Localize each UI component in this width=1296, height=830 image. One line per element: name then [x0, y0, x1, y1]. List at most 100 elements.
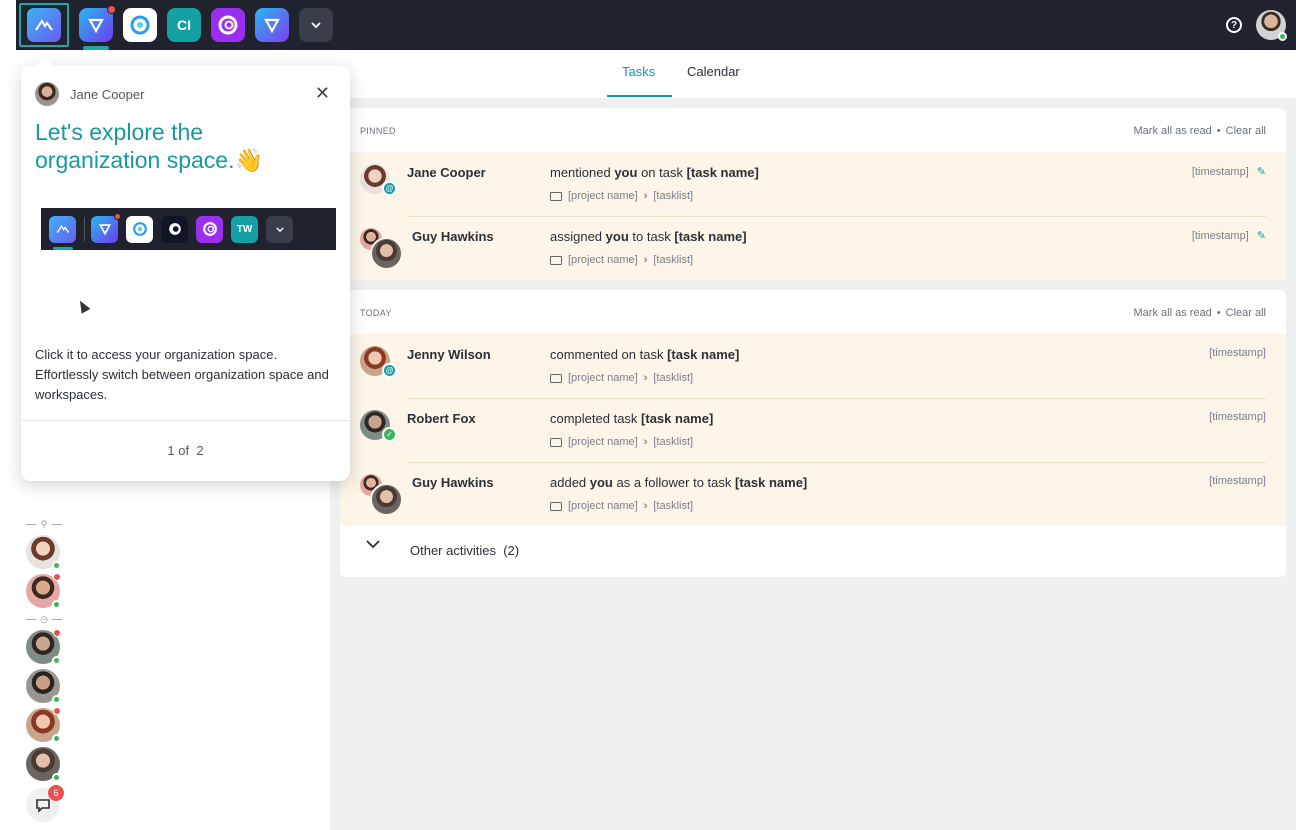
notification-row[interactable]: Guy Hawkins assigned you to task [task n… — [340, 216, 1286, 280]
mark-all-read-link[interactable]: Mark all as read — [1134, 307, 1212, 319]
tasklist-link[interactable]: [tasklist] — [653, 436, 693, 448]
notification-message: completed task [task name] — [550, 411, 713, 426]
contact-avatar[interactable] — [26, 707, 61, 743]
task-link[interactable]: [task name] — [667, 347, 739, 362]
notification-dot — [107, 5, 116, 14]
task-path: [project name] › [tasklist] — [550, 372, 693, 384]
organization-space-button[interactable] — [19, 3, 69, 47]
project-link[interactable]: [project name] — [568, 372, 638, 384]
notification-dot — [114, 212, 121, 220]
workspace-swirl-button[interactable] — [123, 8, 157, 42]
help-icon[interactable]: ? — [1226, 17, 1242, 33]
project-link[interactable]: [project name] — [568, 500, 638, 512]
unread-count-badge: 6 — [48, 785, 64, 801]
task-link[interactable]: [task name] — [735, 475, 807, 490]
notification-row[interactable]: ✓ Robert Fox completed task [task name] … — [340, 398, 1286, 462]
workspace-chain-button[interactable] — [211, 8, 245, 42]
task-path: [project name] › [tasklist] — [550, 500, 693, 512]
chain-icon — [218, 15, 238, 35]
notification-row[interactable]: @ Jenny Wilson commented on task [task n… — [340, 334, 1286, 398]
timestamp: [timestamp] — [1209, 475, 1266, 487]
workspace-v2-icon — [264, 18, 280, 34]
clear-all-link[interactable]: Clear all — [1226, 125, 1266, 137]
online-status-dot — [52, 600, 61, 609]
folder-icon — [550, 437, 562, 447]
panel-actions: Mark all as read • Clear all — [1134, 125, 1266, 137]
onboarding-popover: Jane Cooper ✕ Let's explore the organiza… — [21, 57, 350, 481]
notification-row[interactable]: @ Jane Cooper mentioned you on task [tas… — [340, 152, 1286, 216]
contact-avatar[interactable] — [26, 747, 61, 782]
check-icon: ✓ — [382, 427, 397, 442]
folder-icon — [550, 373, 562, 383]
project-link[interactable]: [project name] — [568, 254, 638, 266]
close-icon[interactable]: ✕ — [315, 83, 330, 104]
popover-step-indicator: 1 of 2 — [167, 443, 204, 458]
workspace-ci-label: CI — [177, 17, 191, 33]
clear-all-link[interactable]: Clear all — [1226, 307, 1266, 319]
chevron-right-icon: › — [643, 190, 648, 202]
task-link[interactable]: [task name] — [674, 229, 746, 244]
notification-row[interactable]: Guy Hawkins added you as a follower to t… — [340, 462, 1286, 526]
tasklist-link[interactable]: [tasklist] — [653, 372, 693, 384]
active-indicator — [53, 246, 73, 250]
task-path: [project name] › [tasklist] — [550, 436, 693, 448]
user-avatar — [370, 237, 403, 270]
folder-icon — [550, 501, 562, 511]
workspace-v2-button[interactable] — [255, 8, 289, 42]
message-text: on task — [637, 165, 687, 180]
cursor-icon — [75, 298, 91, 314]
tasklist-link[interactable]: [tasklist] — [653, 190, 693, 202]
panel-title: TODAY — [360, 308, 392, 318]
timestamp: [timestamp] — [1209, 347, 1266, 359]
top-bar: CI ? — [16, 0, 1296, 50]
mention-icon: @ — [382, 181, 397, 196]
tab-calendar[interactable]: Calendar — [687, 64, 740, 79]
mark-all-read-link[interactable]: Mark all as read — [1134, 125, 1212, 137]
notification-message: commented on task [task name] — [550, 347, 739, 362]
tab-tasks[interactable]: Tasks — [622, 64, 655, 79]
task-link[interactable]: [task name] — [641, 411, 713, 426]
user-avatar — [370, 483, 403, 516]
swirl-icon — [126, 215, 153, 243]
project-link[interactable]: [project name] — [568, 190, 638, 202]
popover-divider — [21, 420, 350, 421]
tasklist-link[interactable]: [tasklist] — [653, 254, 693, 266]
popover-body: Click it to access your organization spa… — [35, 347, 329, 402]
chevron-down-icon — [266, 215, 293, 243]
chat-button[interactable]: 6 — [26, 785, 64, 822]
tasklist-link[interactable]: [tasklist] — [653, 500, 693, 512]
author-avatar — [35, 82, 59, 106]
workspace-v-icon — [91, 212, 121, 243]
panel-title: PINNED — [360, 126, 396, 136]
workspace-tw-label: TW — [236, 223, 253, 235]
contact-avatar[interactable] — [26, 669, 61, 704]
chevron-right-icon: › — [643, 254, 648, 266]
pin-icon[interactable]: ✎ — [1257, 229, 1266, 242]
pin-icon[interactable]: ✎ — [1257, 165, 1266, 178]
notification-dot — [53, 707, 61, 715]
workspace-ci-button[interactable]: CI — [167, 8, 201, 42]
app-switcher: CI — [19, 3, 343, 50]
other-activities-label: Other activities (2) — [410, 543, 520, 558]
workspace-v-button[interactable] — [79, 5, 116, 50]
task-link[interactable]: [task name] — [687, 165, 759, 180]
task-path: [project name] › [tasklist] — [550, 190, 693, 202]
other-activities-toggle[interactable]: Other activities (2) — [340, 526, 1286, 576]
more-apps-button[interactable] — [299, 8, 333, 42]
message-text: as a follower to task — [612, 475, 736, 490]
project-link[interactable]: [project name] — [568, 436, 638, 448]
pinned-separator: ⚲ — [26, 519, 62, 529]
workspace-tw-icon: TW — [231, 215, 258, 243]
notification-author: Robert Fox — [407, 411, 476, 426]
message-text: mentioned — [550, 165, 615, 180]
contact-avatar[interactable] — [26, 573, 61, 609]
comment-icon: @ — [382, 363, 397, 378]
contact-avatar[interactable] — [26, 535, 61, 570]
timestamp-text: [timestamp] — [1191, 165, 1249, 178]
user-avatar[interactable] — [1256, 10, 1287, 41]
online-status-dot — [52, 561, 61, 570]
notification-author: Guy Hawkins — [412, 229, 494, 244]
panel-header: TODAY Mark all as read • Clear all — [340, 290, 1286, 334]
contact-avatar[interactable] — [26, 629, 61, 665]
online-status-dot — [52, 734, 61, 743]
